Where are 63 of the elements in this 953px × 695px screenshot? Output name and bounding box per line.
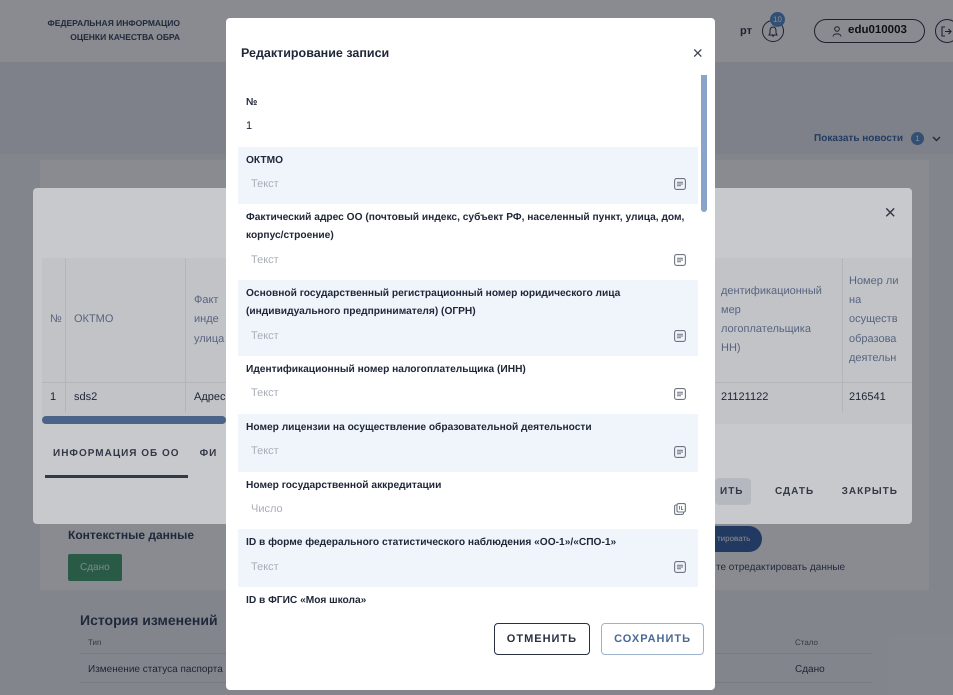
number-input-icon bbox=[674, 503, 686, 516]
column-header: Тип bbox=[88, 637, 102, 649]
input-field[interactable]: Текст bbox=[246, 176, 674, 193]
status-badge: Сдано bbox=[68, 554, 122, 581]
table-cell: sds2 bbox=[66, 383, 186, 412]
dialog-title: Редактирование записи bbox=[241, 45, 390, 62]
notification-count: 10 bbox=[770, 12, 785, 27]
header-title: ОЦЕНКИ КАЧЕСТВА ОБРА bbox=[70, 31, 180, 44]
text-input-icon bbox=[674, 254, 686, 266]
text-input-icon bbox=[674, 561, 686, 574]
action-button[interactable]: ЗАКРЫТЬ bbox=[838, 478, 902, 505]
user-button[interactable]: edu010003 bbox=[814, 19, 925, 43]
table-cell-text: Изменение статуса паспорта bbox=[88, 663, 223, 674]
logout-button[interactable] bbox=[934, 19, 953, 43]
column-header: ОКТМО bbox=[66, 258, 186, 382]
tab[interactable]: ФИ bbox=[192, 440, 226, 478]
chevron-down-icon bbox=[932, 136, 941, 142]
field-label: ОКТМО bbox=[246, 154, 284, 168]
form-field[interactable]: Основной государственный регистрационный номер юридического лица (индивидуального предпринимателя) (ОГРН) Текст bbox=[238, 280, 698, 356]
text-input-icon bbox=[674, 178, 686, 190]
close-button[interactable]: × bbox=[884, 198, 896, 228]
field-label: Фактический адрес ОО (почтовый индекс, субъект РФ, населенный пункт, улица, дом, корпус/строение) bbox=[246, 211, 686, 244]
table-cell: 216541 bbox=[843, 383, 912, 412]
logout-icon bbox=[941, 26, 952, 36]
input-field[interactable]: Текст bbox=[246, 558, 674, 576]
form-field[interactable]: Номер лицензии на осуществление образовательной деятельности Текст bbox=[238, 414, 698, 472]
input-field[interactable]: Текст bbox=[246, 385, 674, 402]
section-title: Контекстные данные bbox=[68, 527, 194, 544]
field-label: Идентификационный номер налогоплательщика (ИНН) bbox=[246, 362, 527, 377]
table-cell-text: Сдано bbox=[795, 663, 826, 674]
bell-icon bbox=[768, 26, 778, 36]
field-label: ID в форме федерального статистического наблюдения «ОО-1»/«СПО-1» bbox=[246, 536, 618, 550]
action-button[interactable]: ИТЬ bbox=[715, 478, 752, 505]
field-label: Основной государственный регистрационный номер юридического лица (индивидуального предпринимателя) (ОГРН) bbox=[246, 287, 622, 319]
field-label: Номер лицензии на осуществление образовательной деятельности bbox=[246, 420, 593, 435]
table-cell: 1 bbox=[42, 383, 66, 412]
column-header: Номер ли на осуществ образова деятельн bbox=[843, 258, 912, 382]
header-title: ФЕДЕРАЛЬНАЯ ИНФОРМАЦИО bbox=[48, 17, 180, 30]
column-header: Стало bbox=[795, 637, 820, 649]
column-header: № bbox=[42, 258, 66, 382]
dialog-button[interactable]: СОХРАНИТЬ bbox=[601, 622, 704, 656]
action-button[interactable]: СДАТЬ bbox=[770, 478, 818, 505]
input-field[interactable]: Текст bbox=[246, 328, 674, 344]
close-button[interactable]: × bbox=[692, 44, 703, 62]
input-field[interactable]: Число bbox=[246, 501, 674, 518]
news-count: 1 bbox=[911, 132, 924, 145]
input-field[interactable]: Текст bbox=[246, 443, 674, 460]
field-label: № bbox=[246, 96, 258, 110]
form-field[interactable]: ОКТМО Текст bbox=[238, 146, 698, 204]
field-label: ID в ФГИС «Моя школа» bbox=[246, 594, 368, 608]
section-title: История изменений bbox=[80, 611, 218, 630]
nav-link[interactable]: рт bbox=[740, 22, 752, 40]
tab[interactable]: ИНФОРМАЦИЯ ОБ ОО bbox=[45, 440, 188, 478]
text-input-icon bbox=[674, 388, 686, 400]
hint-text: те отредактировать данные bbox=[716, 561, 846, 575]
form-field[interactable]: ID в форме федерального статистического наблюдения «ОО-1»/«СПО-1» Текст bbox=[238, 529, 698, 588]
person-icon bbox=[832, 26, 842, 36]
dialog-button[interactable]: ОТМЕНИТЬ bbox=[494, 622, 590, 656]
input-field[interactable]: Текст bbox=[246, 252, 674, 268]
text-input-icon bbox=[674, 446, 686, 458]
field-label: Номер государственной аккредитации bbox=[246, 478, 442, 492]
text-input-icon bbox=[674, 330, 686, 342]
input-field[interactable]: 1 bbox=[246, 118, 686, 135]
